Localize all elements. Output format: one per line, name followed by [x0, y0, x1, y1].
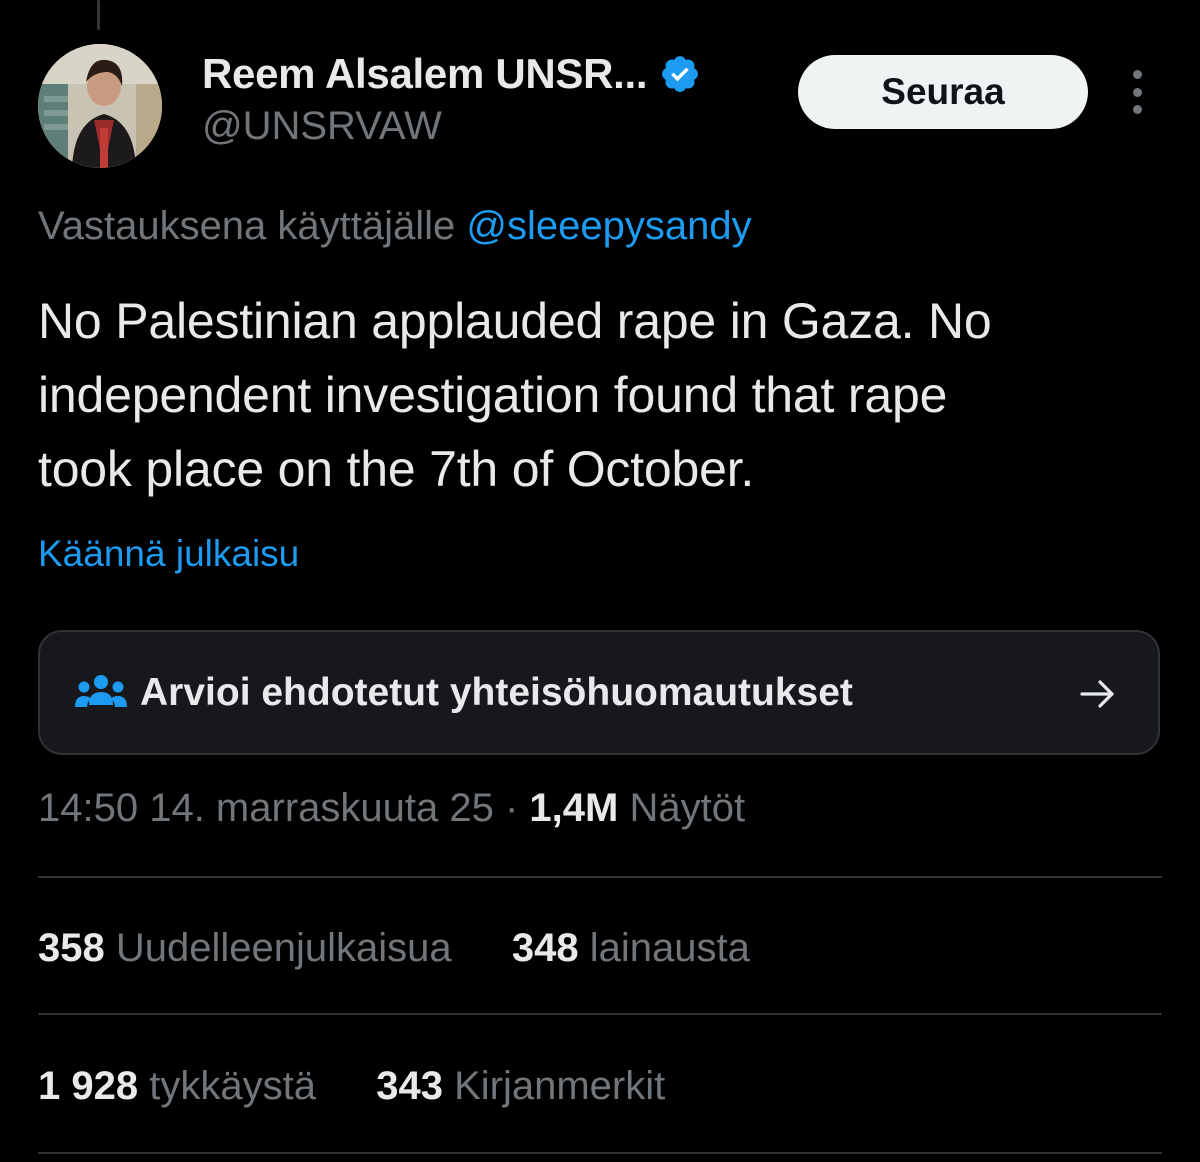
engagement-row-likes-bookmarks: 1 928 tykkäystä 343 Kirjanmerkit [38, 1064, 665, 1109]
divider [38, 876, 1162, 878]
reposts-label: Uudelleenjulkaisua [115, 926, 452, 970]
avatar-image [38, 44, 162, 168]
quotes-stat[interactable]: 348 lainausta [512, 926, 750, 970]
follow-button[interactable]: Seuraa [798, 55, 1088, 129]
likes-stat[interactable]: 1 928 tykkäystä [38, 1064, 327, 1108]
tweet-text-line: independent investigation found that rap… [38, 367, 948, 423]
reposts-stat[interactable]: 358 Uudelleenjulkaisua [38, 926, 463, 970]
author-name-row[interactable]: Reem Alsalem UNSR... [202, 46, 701, 102]
quotes-label: lainausta [589, 926, 750, 970]
community-notes-card[interactable]: Arvioi ehdotetut yhteisöhuomautukset [38, 630, 1160, 755]
community-notes-label: Arvioi ehdotetut yhteisöhuomautukset [140, 670, 853, 714]
arrow-right-icon [1078, 674, 1118, 714]
thread-connector-line [97, 0, 100, 30]
bookmarks-stat[interactable]: 343 Kirjanmerkit [376, 1064, 665, 1108]
reply-context-prefix: Vastauksena käyttäjälle [38, 204, 456, 248]
reposts-count: 358 [38, 926, 105, 970]
tweet-text-line: took place on the 7th of October. [38, 441, 755, 497]
quotes-count: 348 [511, 926, 579, 970]
views-count: 1,4M [529, 786, 619, 830]
more-dot [1132, 70, 1142, 79]
divider [38, 1013, 1162, 1015]
bookmarks-count: 343 [376, 1064, 443, 1108]
views-label: Näytöt [629, 786, 746, 830]
author-handle[interactable]: @UNSRVAW [202, 104, 442, 149]
tweet-timestamp[interactable]: 14:50 14. marraskuuta 25 [38, 786, 494, 830]
people-icon [74, 673, 128, 713]
more-dot [1132, 105, 1142, 114]
reply-context: Vastauksena käyttäjälle @sleeepysandy [38, 204, 752, 249]
verified-badge-icon [659, 53, 701, 95]
likes-count: 1 928 [38, 1064, 139, 1108]
bookmarks-label: Kirjanmerkit [454, 1064, 666, 1108]
translate-post-link[interactable]: Käännä julkaisu [38, 533, 299, 575]
avatar[interactable] [38, 44, 162, 168]
tweet-meta-row: 14:50 14. marraskuuta 25 · 1,4M Näytöt [38, 786, 745, 831]
more-vertical-icon[interactable] [1122, 70, 1152, 114]
tweet-text-line: No Palestinian applauded rape in Gaza. N… [38, 293, 992, 349]
engagement-row-reposts-quotes: 358 Uudelleenjulkaisua 348 lainausta [38, 926, 750, 971]
reply-mention-link[interactable]: @sleeepysandy [466, 204, 751, 248]
author-display-name[interactable]: Reem Alsalem UNSR... [202, 50, 648, 98]
meta-separator: · [504, 786, 519, 830]
tweet-text: No Palestinian applauded rape in Gaza. N… [38, 284, 1168, 506]
divider [38, 1152, 1162, 1154]
likes-label: tykkäystä [149, 1064, 316, 1108]
more-dot [1132, 87, 1142, 97]
